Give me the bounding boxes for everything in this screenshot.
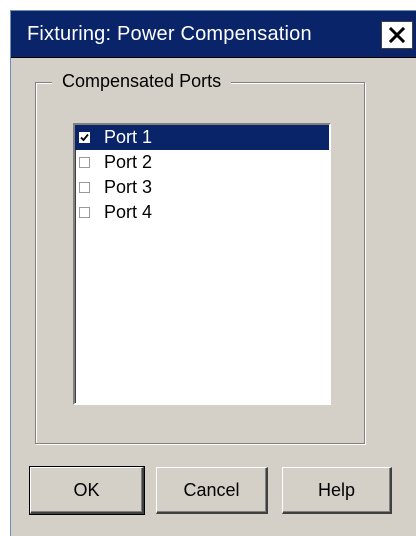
background-strip [0, 0, 416, 10]
group-label: Compensated Ports [52, 71, 232, 92]
title-bar[interactable]: Fixturing: Power Compensation [11, 11, 416, 58]
port-2-checkbox[interactable] [79, 157, 90, 168]
port-1-checkbox[interactable] [79, 132, 90, 143]
screen: Fixturing: Power Compensation Compensate… [0, 0, 416, 536]
port-1-label: Port 1 [104, 127, 153, 147]
close-icon [388, 26, 406, 44]
dialog-title: Fixturing: Power Compensation [27, 23, 312, 45]
list-item-port-1[interactable]: Port 1 [75, 125, 329, 150]
port-3-checkbox[interactable] [79, 182, 90, 193]
cancel-button[interactable]: Cancel [156, 467, 268, 514]
close-button[interactable] [381, 21, 413, 49]
list-item-port-2[interactable]: Port 2 [75, 150, 329, 175]
help-button[interactable]: Help [282, 467, 392, 514]
port-4-label: Port 4 [104, 202, 153, 222]
list-item-port-3[interactable]: Port 3 [75, 175, 329, 200]
port-2-label: Port 2 [104, 152, 153, 172]
ok-button[interactable]: OK [29, 466, 145, 515]
checkmark-icon [80, 133, 89, 142]
port-3-label: Port 3 [104, 177, 153, 197]
ports-listbox[interactable]: Port 1 Port 2 Port 3 Port 4 [73, 123, 331, 405]
list-item-port-4[interactable]: Port 4 [75, 200, 329, 225]
port-4-checkbox[interactable] [79, 207, 90, 218]
